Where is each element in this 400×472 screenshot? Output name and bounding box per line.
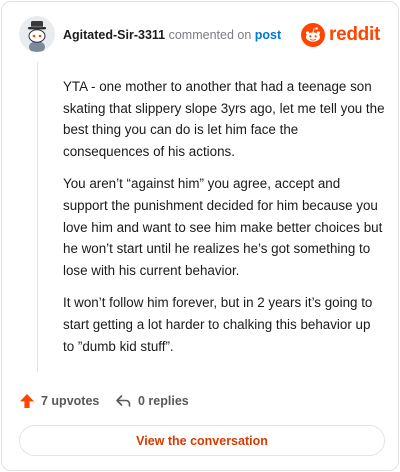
post-link[interactable]: post [255,28,281,42]
replies-count: 0 replies [138,394,189,408]
user-avatar[interactable] [19,16,55,52]
comment-body: YTA - one mother to another that had a t… [63,76,385,368]
reddit-wordmark: reddit [329,24,380,45]
reply-arrow-icon [116,395,131,407]
view-conversation-button[interactable]: View the conversation [19,425,385,456]
action-text: commented on [168,28,252,42]
arrow-up-icon [20,394,34,408]
comment-paragraph-2: You aren’t “against him” you agree, acce… [63,176,383,278]
reddit-snoo-icon [301,23,326,47]
reddit-brand[interactable]: reddit [301,22,380,48]
thread-line [37,62,38,372]
snoo-avatar-icon [19,16,55,52]
upvotes-count: 7 upvotes [41,394,100,408]
comment-footer: 7 upvotes 0 replies [19,390,379,412]
comment-meta: Agitated-Sir-3311 commented on post [63,27,281,43]
comment-header: Agitated-Sir-3311 commented on post redd… [19,16,382,56]
comment-paragraph-3: It won’t follow him forever, but in 2 ye… [63,295,373,354]
comment-paragraph-1: YTA - one mother to another that had a t… [63,79,385,159]
username[interactable]: Agitated-Sir-3311 [63,28,165,42]
comment-card: Agitated-Sir-3311 commented on post redd… [1,1,399,471]
upvotes-stat[interactable]: 7 upvotes [19,390,99,412]
replies-stat[interactable]: 0 replies [115,390,189,412]
